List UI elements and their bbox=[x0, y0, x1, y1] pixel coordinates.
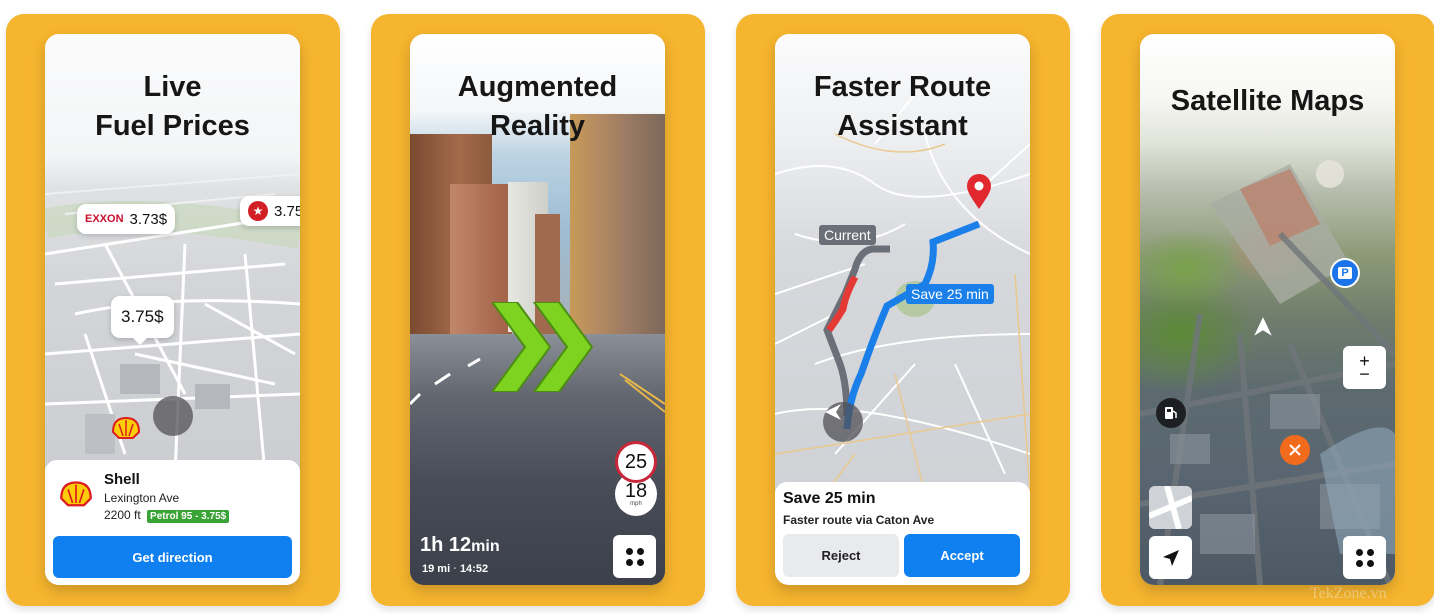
price-value: 3.73$ bbox=[129, 210, 168, 228]
headline-line1: Live bbox=[143, 71, 202, 103]
price-chip-shell[interactable]: 3.75$ bbox=[111, 296, 174, 439]
station-distance-row: 2200 ft Petrol 95 - 3.75$ bbox=[104, 508, 230, 523]
station-card: Shell Lexington Ave 2200 ft Petrol 95 - … bbox=[45, 460, 300, 585]
headline-line2: Fuel Prices bbox=[95, 110, 250, 142]
star-icon: ★ bbox=[248, 201, 268, 221]
map-layers-icon bbox=[1149, 486, 1192, 529]
parking-poi-marker[interactable]: P bbox=[1330, 258, 1360, 288]
panel-faster-route: Faster Route Assistant Current Save 25 m… bbox=[736, 14, 1070, 606]
phone-screen-satellite: Satellite Maps P + − bbox=[1140, 34, 1395, 585]
eta-duration: 1h 12min bbox=[420, 534, 500, 557]
arrival-time: 14:52 bbox=[459, 563, 489, 575]
eta-minutes: 12 bbox=[448, 534, 472, 556]
fuel-price-badge: Petrol 95 - 3.75$ bbox=[147, 510, 230, 523]
destination-pin-icon bbox=[967, 174, 991, 209]
panel-augmented-reality: Augmented Reality 25 18 mph 1h 12min 19 … bbox=[371, 14, 705, 606]
grid-dots-icon bbox=[625, 547, 644, 566]
my-location-button[interactable] bbox=[1149, 536, 1192, 579]
fuel-pump-icon bbox=[1165, 407, 1177, 419]
separator: · bbox=[453, 563, 460, 575]
parking-icon: P bbox=[1338, 267, 1352, 279]
zoom-control[interactable]: + − bbox=[1343, 346, 1386, 389]
ar-direction-arrows-icon bbox=[492, 302, 594, 392]
phone-screen-ar: Augmented Reality 25 18 mph 1h 12min 19 … bbox=[410, 34, 665, 585]
eta-hours: 1h bbox=[420, 534, 444, 556]
station-address: Lexington Ave bbox=[104, 491, 180, 505]
shell-icon bbox=[60, 481, 92, 507]
reject-button[interactable]: Reject bbox=[783, 534, 899, 577]
location-arrow-icon bbox=[1162, 549, 1179, 566]
navigation-arrow-icon bbox=[153, 396, 193, 534]
panel-headline: Satellite Maps bbox=[1170, 85, 1365, 117]
headline-line1: Augmented bbox=[457, 71, 618, 103]
current-speed-value: 18 bbox=[624, 480, 648, 502]
station-distance: 2200 ft bbox=[104, 508, 141, 522]
accept-button[interactable]: Accept bbox=[904, 534, 1020, 577]
current-route-tag[interactable]: Current bbox=[819, 225, 876, 245]
shell-icon bbox=[111, 416, 141, 439]
navigation-arrow-icon bbox=[1254, 317, 1272, 336]
grid-dots-icon bbox=[1355, 548, 1374, 567]
trip-info: 19 mi · 14:52 bbox=[422, 563, 488, 575]
headline-line2: Reality bbox=[489, 110, 586, 142]
fuel-poi-marker[interactable] bbox=[1156, 398, 1186, 428]
route-card-subtitle: Faster route via Caton Ave bbox=[783, 513, 935, 527]
navigation-arrow-icon bbox=[823, 402, 863, 442]
panel-satellite-maps: Satellite Maps P + − bbox=[1101, 14, 1434, 606]
price-chip-texaco[interactable]: ★ 3.75$ bbox=[240, 196, 300, 226]
faster-route-tag[interactable]: Save 25 min bbox=[906, 284, 994, 304]
menu-button[interactable] bbox=[1343, 536, 1386, 579]
panel-live-fuel-prices: EXXON 3.73$ ★ 3.75$ 3.75$ Live Fuel Pric… bbox=[6, 14, 340, 606]
headline-line2: Assistant bbox=[837, 110, 968, 142]
phone-screen-route: Faster Route Assistant Current Save 25 m… bbox=[775, 34, 1030, 585]
station-name: Shell bbox=[104, 471, 140, 488]
menu-button[interactable] bbox=[613, 535, 656, 578]
zoom-out-icon[interactable]: − bbox=[1359, 365, 1370, 383]
price-value: 3.75$ bbox=[274, 202, 300, 220]
panel-headline: Faster Route Assistant bbox=[775, 68, 1030, 146]
phone-screen-fuel: EXXON 3.73$ ★ 3.75$ 3.75$ Live Fuel Pric… bbox=[45, 34, 300, 585]
price-chip-exxon[interactable]: EXXON 3.73$ bbox=[77, 204, 176, 234]
route-card-title: Save 25 min bbox=[783, 490, 876, 507]
get-direction-button[interactable]: Get direction bbox=[53, 536, 292, 578]
restaurant-poi-marker[interactable] bbox=[1280, 435, 1310, 465]
panel-headline: Augmented Reality bbox=[410, 68, 665, 146]
price-value: 3.75$ bbox=[121, 307, 164, 326]
speed-unit: mph bbox=[630, 501, 642, 507]
eta-min-unit: min bbox=[471, 538, 500, 555]
panel-headline: Live Fuel Prices bbox=[45, 68, 300, 146]
headline-line1: Faster Route bbox=[813, 71, 992, 103]
exxon-logo: EXXON bbox=[85, 213, 124, 225]
watermark: TekZone.vn bbox=[1310, 585, 1387, 602]
route-suggestion-card: Save 25 min Faster route via Caton Ave R… bbox=[775, 482, 1030, 585]
fork-knife-icon bbox=[1289, 444, 1301, 456]
speed-limit-sign: 25 bbox=[615, 441, 657, 483]
map-layers-button[interactable] bbox=[1149, 486, 1192, 529]
trip-distance: 19 mi bbox=[422, 563, 451, 575]
